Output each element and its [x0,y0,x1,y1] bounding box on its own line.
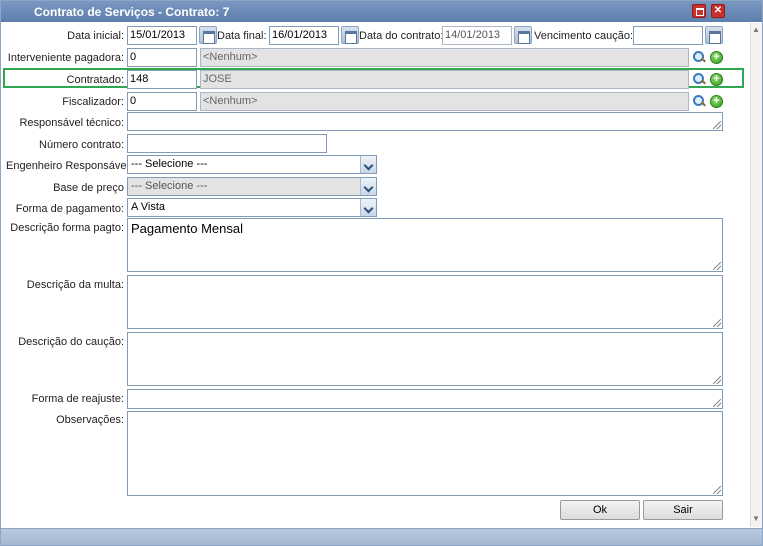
descricao-forma-pagto-label: Descrição forma pagto: [10,222,124,234]
data-final-field[interactable]: 16/01/2013 [269,26,339,45]
data-contrato-field[interactable]: 14/01/2013 [442,26,512,45]
data-inicial-field[interactable]: 15/01/2013 [127,26,197,45]
search-icon[interactable] [692,94,706,108]
add-icon[interactable]: + [710,51,723,64]
descricao-multa-label: Descrição da multa: [26,279,124,291]
resize-grip-icon[interactable] [713,262,721,270]
data-final-label: Data final: [217,30,267,42]
observacoes-label: Observações: [56,414,124,426]
sair-button[interactable]: Sair [643,500,723,520]
engenheiro-selected: --- Selecione --- [131,158,208,170]
fiscalizador-code-field[interactable]: 0 [127,92,197,111]
calendar-icon[interactable] [705,26,723,44]
interveniente-code-field[interactable]: 0 [127,48,197,67]
responsavel-tecnico-field[interactable] [127,112,723,131]
data-inicial-label: Data inicial: [67,30,124,42]
data-contrato-label: Data do contrato: [359,30,444,42]
calendar-icon[interactable] [199,26,217,44]
chevron-down-icon[interactable] [360,156,376,173]
observacoes-field[interactable] [127,411,723,496]
scroll-down-icon[interactable]: ▼ [752,514,760,523]
title-bar[interactable]: Contrato de Serviços - Contrato: 7 ✕ [1,1,762,22]
vertical-scrollbar[interactable] [750,23,762,527]
fiscalizador-label: Fiscalizador: [62,96,124,108]
contratado-name-field: JOSE [200,70,689,89]
responsavel-tecnico-label: Responsável técnico: [19,117,124,129]
chevron-down-icon[interactable] [360,178,376,195]
descricao-multa-field[interactable] [127,275,723,329]
resize-grip-icon[interactable] [713,399,721,407]
status-bar [1,528,762,545]
base-preco-select[interactable]: --- Selecione --- [127,177,377,196]
base-preco-label: Base de preço [53,182,124,194]
base-preco-selected: --- Selecione --- [131,180,208,192]
forma-reajuste-field[interactable] [127,389,723,409]
interveniente-label: Interveniente pagadora: [7,52,124,64]
add-icon[interactable]: + [710,73,723,86]
descricao-caucao-field[interactable] [127,332,723,386]
descricao-forma-pagto-field[interactable]: Pagamento Mensal [127,218,723,272]
vencimento-caucao-label: Vencimento caução: [534,30,634,42]
numero-contrato-field[interactable] [127,134,327,153]
search-icon[interactable] [692,50,706,64]
forma-pagamento-selected: A Vista [131,201,166,213]
forma-reajuste-label: Forma de reajuste: [31,393,124,405]
resize-grip-icon[interactable] [713,376,721,384]
add-icon[interactable]: + [710,95,723,108]
chevron-down-icon[interactable] [360,199,376,216]
engenheiro-select[interactable]: --- Selecione --- [127,155,377,174]
vencimento-caucao-field[interactable] [633,26,703,45]
calendar-icon[interactable] [514,26,532,44]
contratado-code-field[interactable]: 148 [127,70,197,89]
window-title: Contrato de Serviços - Contrato: 7 [34,5,230,19]
interveniente-name-field: <Nenhum> [200,48,689,67]
scroll-up-icon[interactable]: ▲ [752,25,760,34]
close-icon[interactable]: ✕ [711,4,725,18]
resize-grip-icon[interactable] [713,486,721,494]
contratado-label: Contratado: [66,74,124,86]
engenheiro-label: Engenheiro Responsável: [6,160,132,172]
fiscalizador-name-field: <Nenhum> [200,92,689,111]
maximize-icon[interactable] [692,4,706,18]
contract-window: Contrato de Serviços - Contrato: 7 ✕ Dat… [0,0,763,546]
numero-contrato-label: Número contrato: [39,139,124,151]
forma-pagamento-label: Forma de pagamento: [15,203,124,215]
resize-grip-icon[interactable] [713,319,721,327]
search-icon[interactable] [692,72,706,86]
forma-pagamento-select[interactable]: A Vista [127,198,377,217]
resize-grip-icon[interactable] [713,121,721,129]
descricao-caucao-label: Descrição do caução: [18,336,124,348]
ok-button[interactable]: Ok [560,500,640,520]
calendar-icon[interactable] [341,26,359,44]
